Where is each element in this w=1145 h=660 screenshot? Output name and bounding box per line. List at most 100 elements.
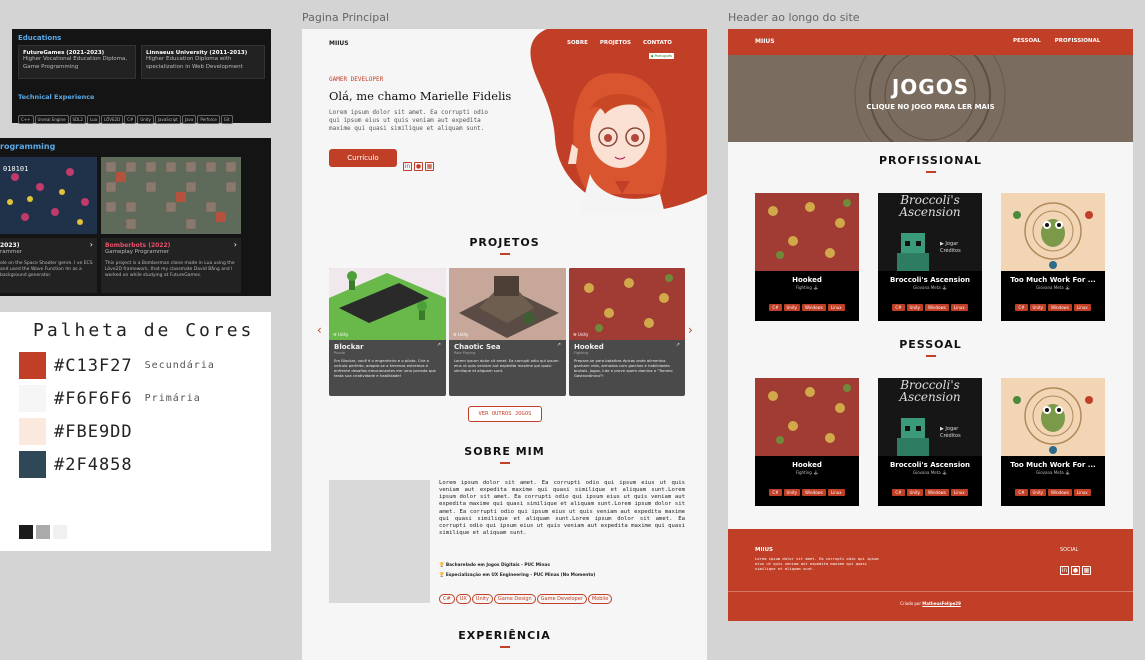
swatch <box>19 418 46 445</box>
language-select[interactable]: ▪ Português <box>648 52 676 60</box>
more-games-button[interactable]: VER OUTROS JOGOS <box>468 406 542 422</box>
itchio-icon[interactable]: ▦ <box>1082 566 1091 575</box>
project-card-left[interactable]: 2023) rammer ole on the Space Shooter ge… <box>0 238 97 293</box>
nav-projetos[interactable]: PROJETOS <box>600 40 631 46</box>
game-card-broccoli[interactable]: Broccoli's Ascension ▶ Jogar Créditos Broc… <box>878 378 982 506</box>
game-tag: C# <box>892 304 905 311</box>
project-card-right[interactable]: Bomberbots (2022) Gameplay Programmer Th… <box>101 238 241 293</box>
education-card: Educations FutureGames (2021-2023) Highe… <box>12 29 271 124</box>
carousel-prev-icon[interactable]: ‹ <box>317 323 322 337</box>
tech-chip: LÖVE2D <box>101 115 124 124</box>
github-icon[interactable]: ● <box>1071 566 1080 575</box>
chevron-right-icon: › <box>89 240 93 249</box>
nav-pessoal[interactable]: PESSOAL <box>1013 38 1041 44</box>
project-desc: Lorem ipsum dolor sit amet. Ea corrupti … <box>454 358 559 374</box>
education-text: Bacharelado em Jogos Digitais - PUC Mina… <box>445 563 550 568</box>
programming-card: rogramming 010101 2023) rammer ole on th… <box>0 138 271 296</box>
swatch-name: Primária <box>144 393 201 404</box>
cv-button[interactable]: Currículo <box>329 149 397 167</box>
game-card-too-much-work[interactable]: Too Much Work For ... Giovana Meta 🕹 C# U… <box>1001 193 1105 321</box>
logo[interactable]: MIIUS <box>329 40 349 47</box>
project-card-blockar[interactable]: ⚒ Unity Blockar Puzzle Em Blockar, você … <box>329 268 446 396</box>
game-card-hooked[interactable]: Hooked Fighting 🕹 C# Unity Windows Linux <box>755 193 859 321</box>
frame-label-header: Header ao longo do site <box>728 11 860 24</box>
project-desc: ole on the Space Shooter genre. I ve ECS… <box>0 260 93 279</box>
tech-chip: Git <box>220 115 233 124</box>
swatch-row: #FBE9DD <box>19 418 133 445</box>
nav-contato[interactable]: CONTATO <box>643 40 672 46</box>
project-engine: ⚒ Unity <box>333 332 349 337</box>
project-title: Bomberbots (2022) <box>105 242 171 249</box>
game-tag: Windows <box>925 304 949 311</box>
game-card-hooked[interactable]: Hooked Fighting 🕹 C# Unity Windows Linux <box>755 378 859 506</box>
game-tags: C# Unity Windows Linux <box>878 294 982 313</box>
game-sub: Giovana Meta 🕹 <box>1035 470 1070 475</box>
nav-sobre[interactable]: SOBRE <box>567 40 588 46</box>
nav-profissional[interactable]: PROFISSIONAL <box>1055 38 1101 44</box>
about-photo <box>329 480 430 603</box>
game-sub: Giovana Meta 🕹 <box>912 285 947 290</box>
external-link-icon[interactable]: ↗ <box>676 342 680 348</box>
section-underline <box>499 253 510 255</box>
game-tag: Unity <box>1029 304 1047 311</box>
credit-label: Criado por <box>900 601 922 606</box>
frog-cover <box>1001 193 1105 271</box>
site-footer: MIIUS Lorem ipsum dolor sit amet. Ea cor… <box>728 529 1133 621</box>
skill-tag: Game Design <box>493 594 536 604</box>
personal-heading: PESSOAL <box>728 338 1133 357</box>
game-card-too-much-work[interactable]: Too Much Work For ... Giovana Meta 🕹 C# U… <box>1001 378 1105 506</box>
tech-title: Technical Experience <box>18 93 95 101</box>
game-tag: Windows <box>802 304 826 311</box>
game-tag: Windows <box>925 489 949 496</box>
skill-tag: UX <box>455 594 471 604</box>
mini-swatch <box>36 525 50 539</box>
game-card-broccoli[interactable]: Broccoli's Ascension ▶ Jogar Créditos Broc… <box>878 193 982 321</box>
education-text: Especialização em UX Engineering - PUC M… <box>445 573 596 578</box>
linkedin-icon[interactable]: in <box>403 162 412 171</box>
project-sub: Gameplay Programmer <box>105 249 169 255</box>
hero-banner: JOGOS CLIQUE NO JOGO PARA LER MAIS <box>728 55 1133 142</box>
project-desc: Prepare-se para batalhas épicas onde ali… <box>574 358 673 379</box>
game-sub: Fighting 🕹 <box>795 285 819 290</box>
project-title: Hooked <box>574 343 604 351</box>
trophy-icon: 🏆 <box>439 563 445 568</box>
project-engine: ⚒ Unity <box>573 332 589 337</box>
section-underline <box>499 462 510 464</box>
project-title: Blockar <box>334 343 364 351</box>
external-link-icon[interactable]: ↗ <box>557 342 561 348</box>
game-sub: Giovana Meta 🕹 <box>912 470 947 475</box>
linkedin-icon[interactable]: in <box>1060 566 1069 575</box>
experience-heading: EXPERIÊNCIA <box>302 629 707 648</box>
swatch-hex: #F6F6F6 <box>54 388 133 409</box>
itchio-icon[interactable]: ▦ <box>425 162 434 171</box>
swatch-name: Secundária <box>144 360 215 371</box>
project-sub: rammer <box>0 249 22 255</box>
svg-text:010101: 010101 <box>3 165 28 173</box>
space-shooter-image[interactable]: 010101 <box>0 157 97 234</box>
external-link-icon[interactable]: ↗ <box>437 342 441 348</box>
project-title: 2023) <box>0 242 20 249</box>
game-tag: C# <box>1015 489 1028 496</box>
tech-chip: Unreal Engine <box>34 115 69 124</box>
logo[interactable]: MIIUS <box>755 38 775 45</box>
swatch-hex: #C13F27 <box>54 355 133 376</box>
broccoli-cover: Broccoli's Ascension ▶ Jogar Créditos <box>878 378 982 456</box>
game-tags: C# Unity Windows Linux <box>1001 294 1105 313</box>
project-card-hooked[interactable]: ⚒ Unity Hooked Fighting Prepare-se para … <box>569 268 685 396</box>
engine-label: Unity <box>337 332 349 337</box>
github-icon[interactable]: ● <box>414 162 423 171</box>
credit-link[interactable]: MatheusFelipe29 <box>922 601 961 606</box>
color-palette: Palheta de Cores #C13F27 Secundária #F6F6… <box>0 312 271 551</box>
bomberbots-image[interactable] <box>101 157 241 234</box>
programming-title: rogramming <box>0 142 56 151</box>
skill-tag: C# <box>439 594 455 604</box>
hero-title: JOGOS <box>891 75 970 99</box>
carousel-next-icon[interactable]: › <box>688 323 693 337</box>
personal-title: PESSOAL <box>899 338 962 351</box>
hero-character <box>568 73 667 214</box>
game-sub: Giovana Meta 🕹 <box>1035 285 1070 290</box>
games-nav: PESSOAL PROFISSIONAL <box>1013 38 1100 44</box>
game-tags: C# Unity Windows Linux <box>755 479 859 498</box>
project-card-chaotic-sea[interactable]: ⚒ Unity Chaotic Sea Role Playing Lorem i… <box>449 268 566 396</box>
hero-socials: in ● ▦ <box>403 153 436 172</box>
